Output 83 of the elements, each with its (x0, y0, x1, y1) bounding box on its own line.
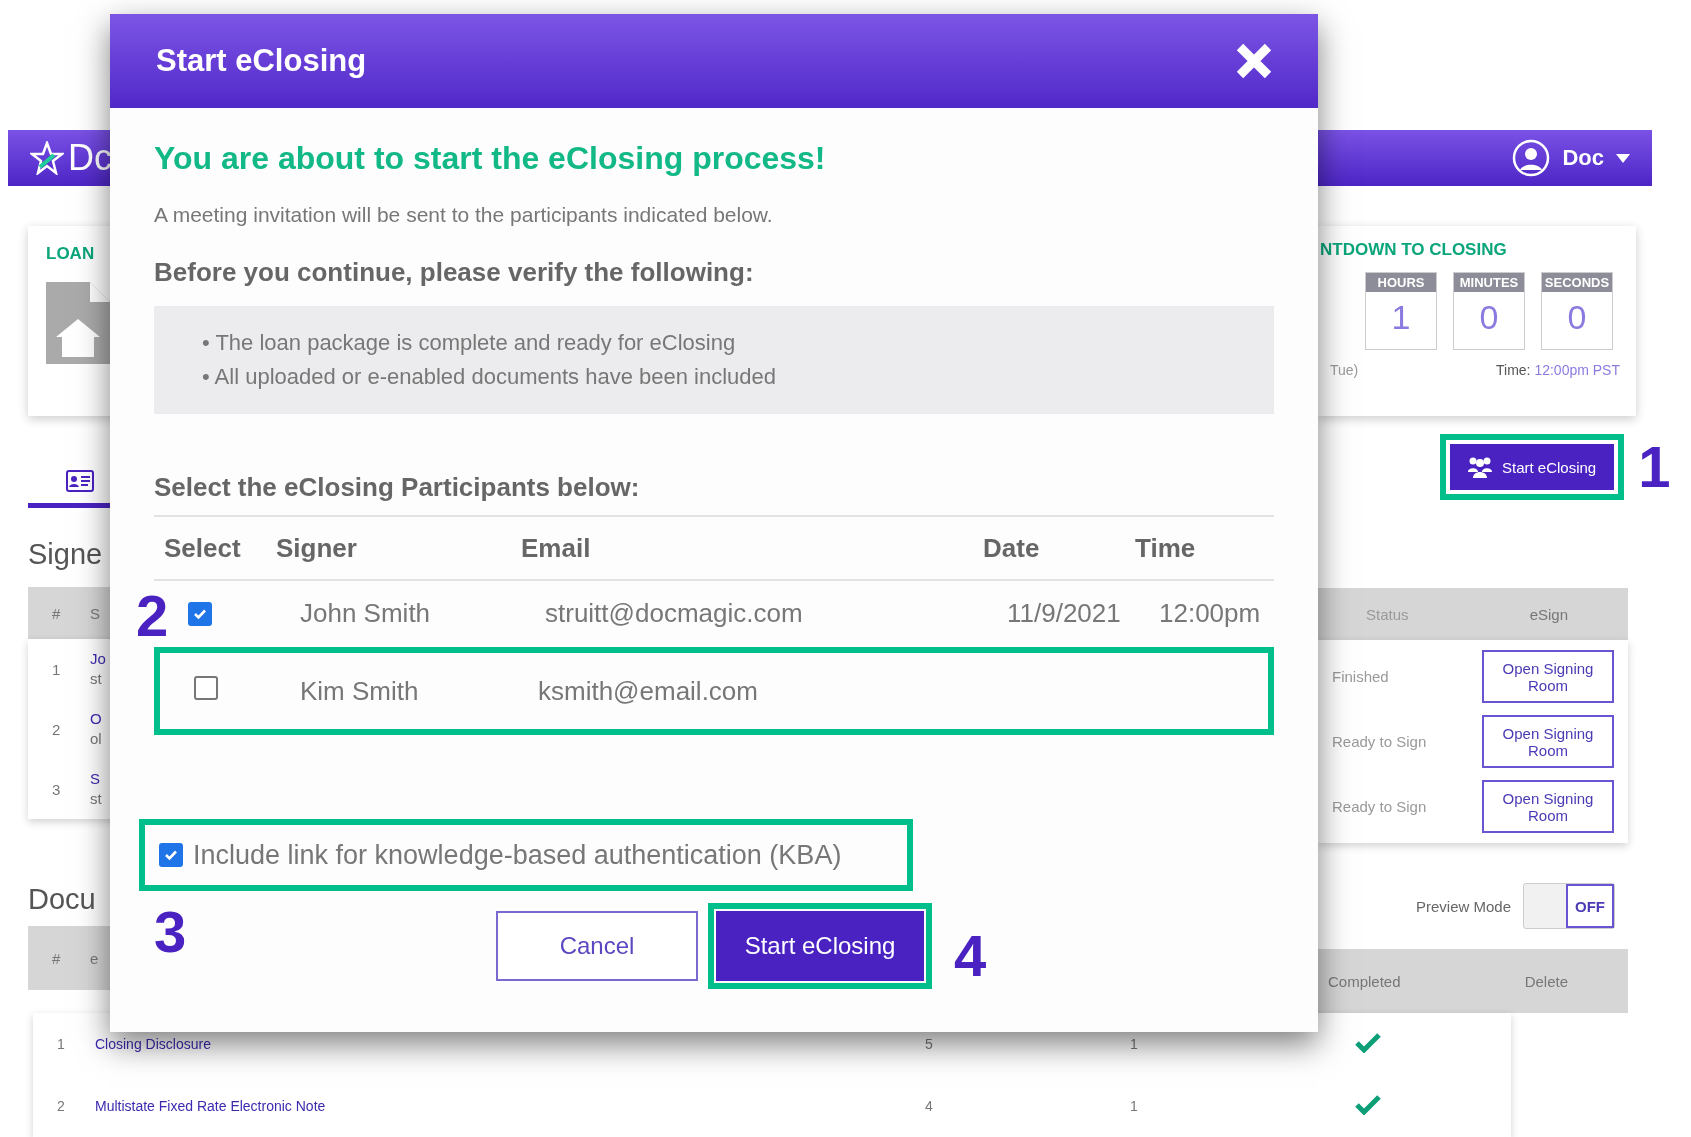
start-eclosing-button[interactable]: Start eClosing (1450, 444, 1615, 490)
open-signing-room-button[interactable]: Open Signing Room (1482, 715, 1614, 768)
step-number: 4 (954, 927, 987, 985)
unit-value: 0 (1567, 298, 1587, 337)
checklist-item: • All uploaded or e-enabled documents have been included (202, 364, 777, 390)
logo-text: Dc (68, 137, 112, 179)
column-header: Completed (1328, 972, 1401, 990)
user-avatar-icon (1512, 139, 1551, 177)
row-number: 2 (51, 720, 62, 738)
contact-card-icon[interactable] (66, 469, 94, 492)
column-header: S (90, 604, 100, 622)
open-signing-room-button[interactable]: Open Signing Room (1482, 650, 1614, 703)
section-title: Docu (28, 883, 96, 915)
checkbox[interactable] (188, 601, 212, 626)
step-number: 3 (154, 903, 187, 961)
unit-value: 1 (1391, 298, 1411, 337)
cancel-button[interactable]: Cancel (496, 911, 698, 981)
countdown-title: NTDOWN TO CLOSING (1319, 240, 1508, 260)
star-logo-icon (30, 141, 64, 175)
close-icon[interactable] (1234, 41, 1274, 81)
start-eclosing-button[interactable]: Start eClosing (716, 911, 924, 981)
checklist-item: • The loan package is complete and ready for eClosing (202, 330, 737, 356)
step-number: 2 (136, 587, 169, 645)
loan-label: LOAN (46, 244, 96, 264)
section-title: Signe (28, 538, 103, 570)
signer-email: st (90, 669, 103, 689)
column-header: Time (1135, 532, 1197, 564)
signer-name-link[interactable]: S (90, 769, 102, 789)
column-header: Delete (1524, 972, 1568, 990)
unit-label: HOURS (1366, 273, 1436, 292)
intro-text: A meeting invitation will be sent to the participants indicated below. (154, 203, 774, 227)
table-cell-text: 1 (1130, 1036, 1139, 1052)
signer-name: John Smith (300, 597, 432, 629)
column-header: Status (1366, 605, 1409, 623)
row-number: 3 (51, 780, 62, 798)
document-link[interactable]: Closing Disclosure (95, 1036, 211, 1052)
toggle-state: OFF (1566, 884, 1614, 928)
checkbox[interactable] (159, 843, 183, 867)
closing-date: Tue) (1330, 362, 1359, 378)
table-cell-text: 1 (1130, 1098, 1139, 1114)
column-header: Email (521, 532, 592, 564)
column-header: e (90, 949, 99, 967)
row-number: 1 (56, 1036, 66, 1052)
signer-email: ol (90, 729, 102, 749)
signer-status: Ready to Sign (1332, 733, 1427, 750)
document-link[interactable]: Multistate Fixed Rate Electronic Note (95, 1098, 326, 1114)
column-header: # (51, 949, 62, 967)
signer-status: Finished (1332, 668, 1389, 685)
closing-time: Time: 12:00pm PST (1496, 362, 1620, 378)
kba-label: Include link for knowledge-based authentication (KBA) (193, 839, 842, 871)
signer-email: struitt@docmagic.com (545, 597, 804, 629)
user-menu[interactable]: Doc (1512, 139, 1630, 177)
signer-email: ksmith@email.com (538, 675, 759, 707)
caret-icon (1616, 153, 1630, 163)
table-cell-text: 5 (925, 1036, 934, 1052)
signer-name-link[interactable]: Jo (90, 649, 106, 669)
column-header: Date (983, 532, 1041, 564)
signer-name-link[interactable]: O (90, 709, 102, 729)
step-number: 1 (1638, 438, 1671, 496)
unit-label: MINUTES (1454, 273, 1524, 292)
unit-value: 0 (1479, 298, 1499, 337)
column-header: # (51, 604, 62, 622)
preview-mode-label: Preview Mode (1415, 897, 1511, 915)
column-header: Signer (276, 532, 358, 564)
row-number: 2 (56, 1098, 66, 1114)
table-cell-text: 4 (925, 1098, 934, 1114)
participants-title: Select the eClosing Participants below: (154, 472, 641, 503)
signing-date: 11/9/2021 (1007, 597, 1122, 629)
signer-name: Kim Smith (300, 675, 420, 707)
group-icon (1468, 456, 1492, 478)
checkbox[interactable] (194, 675, 218, 700)
dialog-title: Start eClosing (156, 43, 367, 79)
row-number: 1 (51, 660, 62, 678)
column-header: Select (164, 532, 242, 564)
unit-label: SECONDS (1542, 273, 1612, 292)
signer-email: st (90, 789, 102, 809)
signer-status: Ready to Sign (1332, 798, 1427, 815)
dialog-heading: You are about to start the eClosing process! (154, 140, 827, 177)
verify-title: Before you continue, please verify the following: (154, 257, 755, 288)
signing-time: 12:00pm (1159, 597, 1262, 629)
column-header: eSign (1529, 605, 1568, 623)
preview-mode-toggle[interactable]: OFF (1523, 883, 1615, 929)
open-signing-room-button[interactable]: Open Signing Room (1482, 780, 1614, 833)
